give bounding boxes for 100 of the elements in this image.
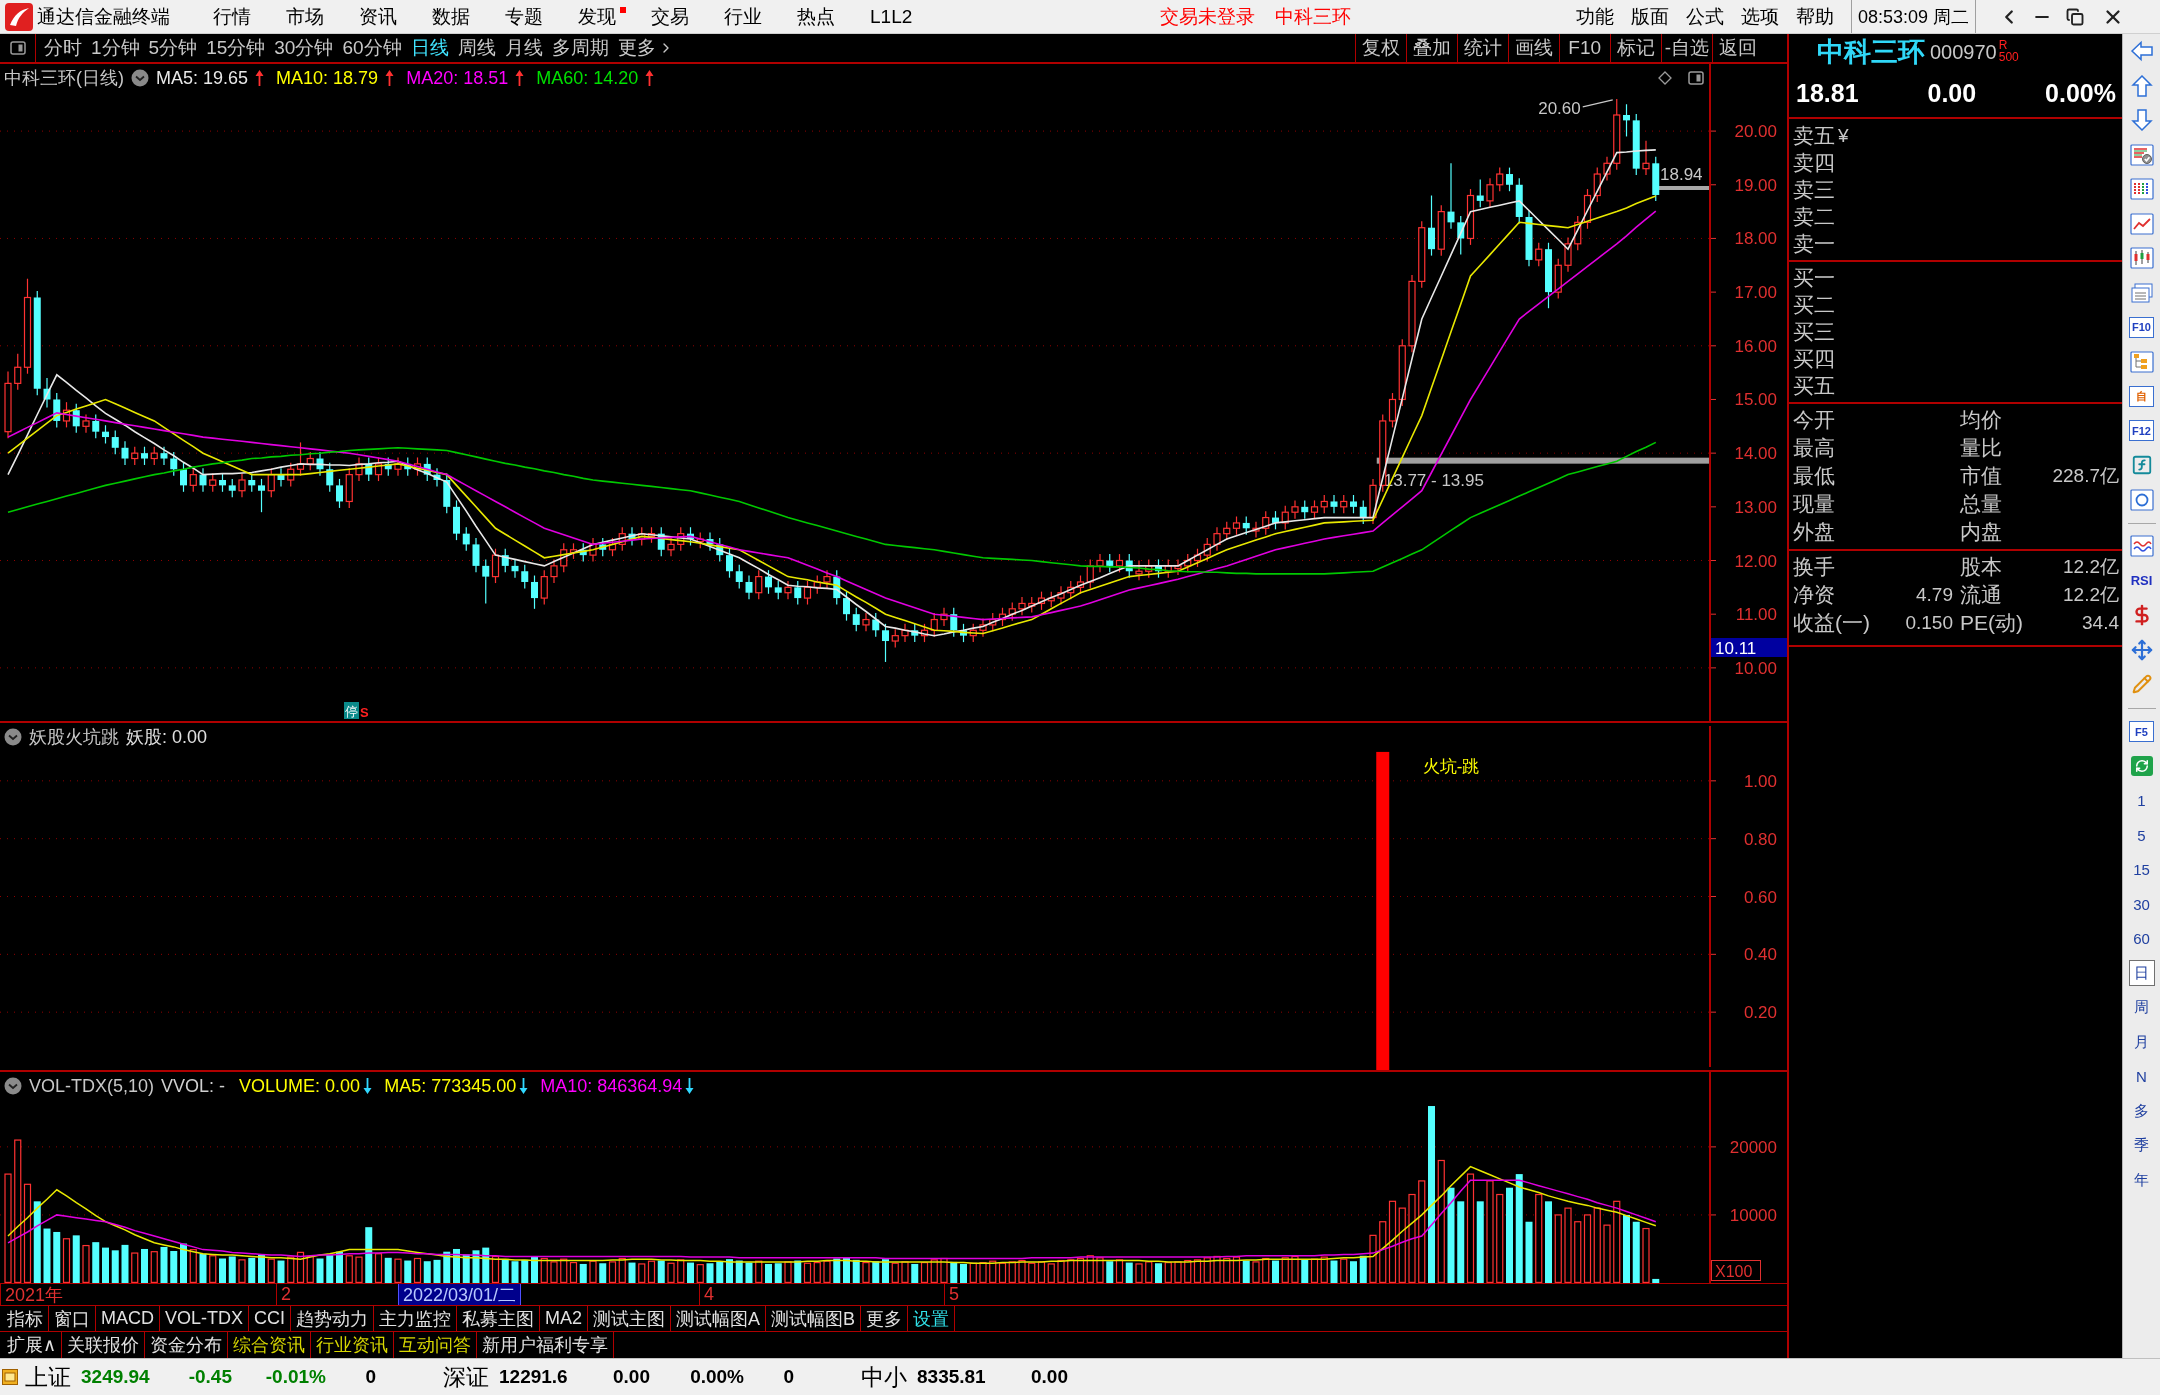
toolbar-button[interactable]: 叠加 bbox=[1405, 34, 1457, 62]
menu-item[interactable]: 选项 bbox=[1741, 3, 1779, 30]
volume-reading: MA5: 773345.00 bbox=[384, 1075, 517, 1097]
period-tab[interactable]: 日线 bbox=[410, 35, 449, 61]
bar bbox=[882, 1259, 889, 1283]
window-icon[interactable] bbox=[2, 1369, 18, 1385]
refresh-icon[interactable] bbox=[2130, 756, 2153, 777]
period-tab[interactable]: 多周期 bbox=[551, 35, 609, 61]
axis-label: 0.60 bbox=[1743, 887, 1777, 907]
period-tab[interactable]: 60分钟 bbox=[342, 35, 402, 61]
up-arrow-icon[interactable] bbox=[2129, 74, 2154, 97]
bar bbox=[102, 1247, 109, 1283]
ask-label: 卖一 bbox=[1793, 230, 1835, 257]
period-key[interactable]: 1 bbox=[2128, 787, 2155, 814]
toolbar-button[interactable]: RSI bbox=[2129, 570, 2154, 592]
candlestick-icon[interactable] bbox=[2129, 247, 2154, 270]
period-key[interactable]: 15 bbox=[2128, 856, 2155, 883]
dropdown-icon[interactable] bbox=[4, 1077, 22, 1095]
period-key[interactable]: 月 bbox=[2128, 1029, 2155, 1056]
indicator-name: VOL-TDX(5,10) bbox=[29, 1075, 155, 1097]
menu-item[interactable]: 热点 bbox=[797, 3, 835, 30]
toolbar-button[interactable]: F10 bbox=[1558, 34, 1610, 62]
toolbar-button[interactable]: -自选 bbox=[1660, 34, 1712, 62]
menu-item[interactable]: 帮助 bbox=[1796, 3, 1834, 30]
menu-item[interactable]: 发现 bbox=[578, 3, 626, 30]
toolbar-button[interactable]: 统计 bbox=[1456, 34, 1508, 62]
dropdown-icon[interactable] bbox=[4, 728, 22, 746]
candlestick bbox=[1388, 392, 1397, 428]
period-key[interactable]: 季 bbox=[2128, 1132, 2155, 1159]
panel-toggle-icon[interactable] bbox=[9, 40, 26, 56]
toolbar-button[interactable]: 标记 bbox=[1609, 34, 1661, 62]
toolbar-button[interactable]: F12 bbox=[2129, 420, 2154, 442]
tree-icon[interactable] bbox=[2129, 350, 2154, 373]
period-tab[interactable]: 30分钟 bbox=[274, 35, 334, 61]
period-key[interactable]: N bbox=[2128, 1063, 2155, 1090]
period-tab[interactable]: 5分钟 bbox=[148, 35, 198, 61]
function-icon[interactable] bbox=[2130, 454, 2153, 477]
period-key[interactable]: 60 bbox=[2128, 925, 2155, 952]
logo-icon[interactable] bbox=[5, 2, 33, 31]
more-button[interactable]: 更多 bbox=[617, 35, 674, 61]
toolbar-button[interactable]: 自 bbox=[2129, 385, 2154, 407]
bar bbox=[872, 1261, 880, 1283]
stock-tag: 500 bbox=[1998, 51, 2019, 63]
quote-label: PE(动) bbox=[1960, 610, 2023, 636]
left-arrow-icon[interactable] bbox=[2129, 40, 2154, 63]
diamond-icon[interactable] bbox=[1658, 71, 1672, 85]
period-key[interactable]: 日 bbox=[2128, 960, 2155, 987]
candlestick bbox=[258, 478, 265, 513]
table-check-icon[interactable] bbox=[2129, 143, 2154, 166]
period-key[interactable]: 周 bbox=[2128, 994, 2155, 1021]
menu-item[interactable]: 公式 bbox=[1686, 3, 1724, 30]
menu-item[interactable]: 专题 bbox=[505, 3, 543, 30]
menu-item[interactable]: 市场 bbox=[286, 3, 324, 30]
quote-label: 换手 bbox=[1793, 554, 1835, 580]
wave-icon[interactable] bbox=[2129, 535, 2154, 558]
bar bbox=[453, 1248, 460, 1283]
quote-label: 今开 bbox=[1793, 407, 1835, 433]
candlestick bbox=[823, 569, 831, 590]
menu-item[interactable]: 行业 bbox=[724, 3, 762, 30]
toolbar-button[interactable]: F5 bbox=[2129, 721, 2154, 743]
candlestick bbox=[1106, 553, 1114, 573]
candlestick bbox=[1310, 499, 1319, 520]
dropdown-icon[interactable] bbox=[131, 69, 149, 87]
menu-item[interactable]: 版面 bbox=[1631, 3, 1669, 30]
menu-item[interactable]: L1L2 bbox=[870, 5, 913, 28]
quote-value: 12.2亿 bbox=[2063, 583, 2119, 607]
period-tab[interactable]: 周线 bbox=[457, 35, 496, 61]
candlestick bbox=[102, 424, 109, 445]
toolbar-button[interactable]: F10 bbox=[2129, 316, 2154, 338]
period-tab[interactable]: 1分钟 bbox=[91, 35, 140, 61]
period-key[interactable]: 年 bbox=[2128, 1167, 2155, 1194]
period-key[interactable]: 5 bbox=[2128, 822, 2155, 849]
scale-label: X100 bbox=[1711, 1260, 1761, 1281]
grid-icon[interactable] bbox=[2129, 178, 2154, 201]
bar bbox=[170, 1251, 178, 1283]
move-icon[interactable] bbox=[2130, 638, 2153, 661]
menu-item[interactable]: 行情 bbox=[213, 3, 251, 30]
candlestick bbox=[755, 569, 763, 600]
menu-item[interactable]: 功能 bbox=[1576, 3, 1614, 30]
toolbar-button[interactable]: 复权 bbox=[1354, 34, 1406, 62]
down-arrow-icon[interactable] bbox=[2129, 109, 2154, 132]
toolbar-button[interactable]: 画线 bbox=[1507, 34, 1559, 62]
bar bbox=[160, 1246, 168, 1283]
panel-toggle-icon[interactable] bbox=[1688, 70, 1704, 86]
bar bbox=[579, 1263, 587, 1283]
line-chart-icon[interactable] bbox=[2129, 212, 2154, 235]
period-tab[interactable]: 15分钟 bbox=[206, 35, 266, 61]
menu-item[interactable]: 数据 bbox=[432, 3, 470, 30]
period-tab[interactable]: 分时 bbox=[44, 35, 82, 61]
candlestick bbox=[735, 564, 743, 590]
period-key[interactable]: 多 bbox=[2128, 1098, 2155, 1125]
period-tab[interactable]: 月线 bbox=[504, 35, 543, 61]
toolbar-button[interactable]: 返回 bbox=[1712, 34, 1763, 62]
menu-item[interactable]: 交易 bbox=[651, 3, 689, 30]
bar bbox=[1545, 1201, 1552, 1283]
quote-label: 流通 bbox=[1960, 582, 2002, 608]
restore-icon[interactable] bbox=[2065, 7, 2084, 26]
menu-item[interactable]: 资讯 bbox=[359, 3, 397, 30]
period-key[interactable]: 30 bbox=[2128, 891, 2155, 918]
candlestick bbox=[803, 580, 812, 606]
